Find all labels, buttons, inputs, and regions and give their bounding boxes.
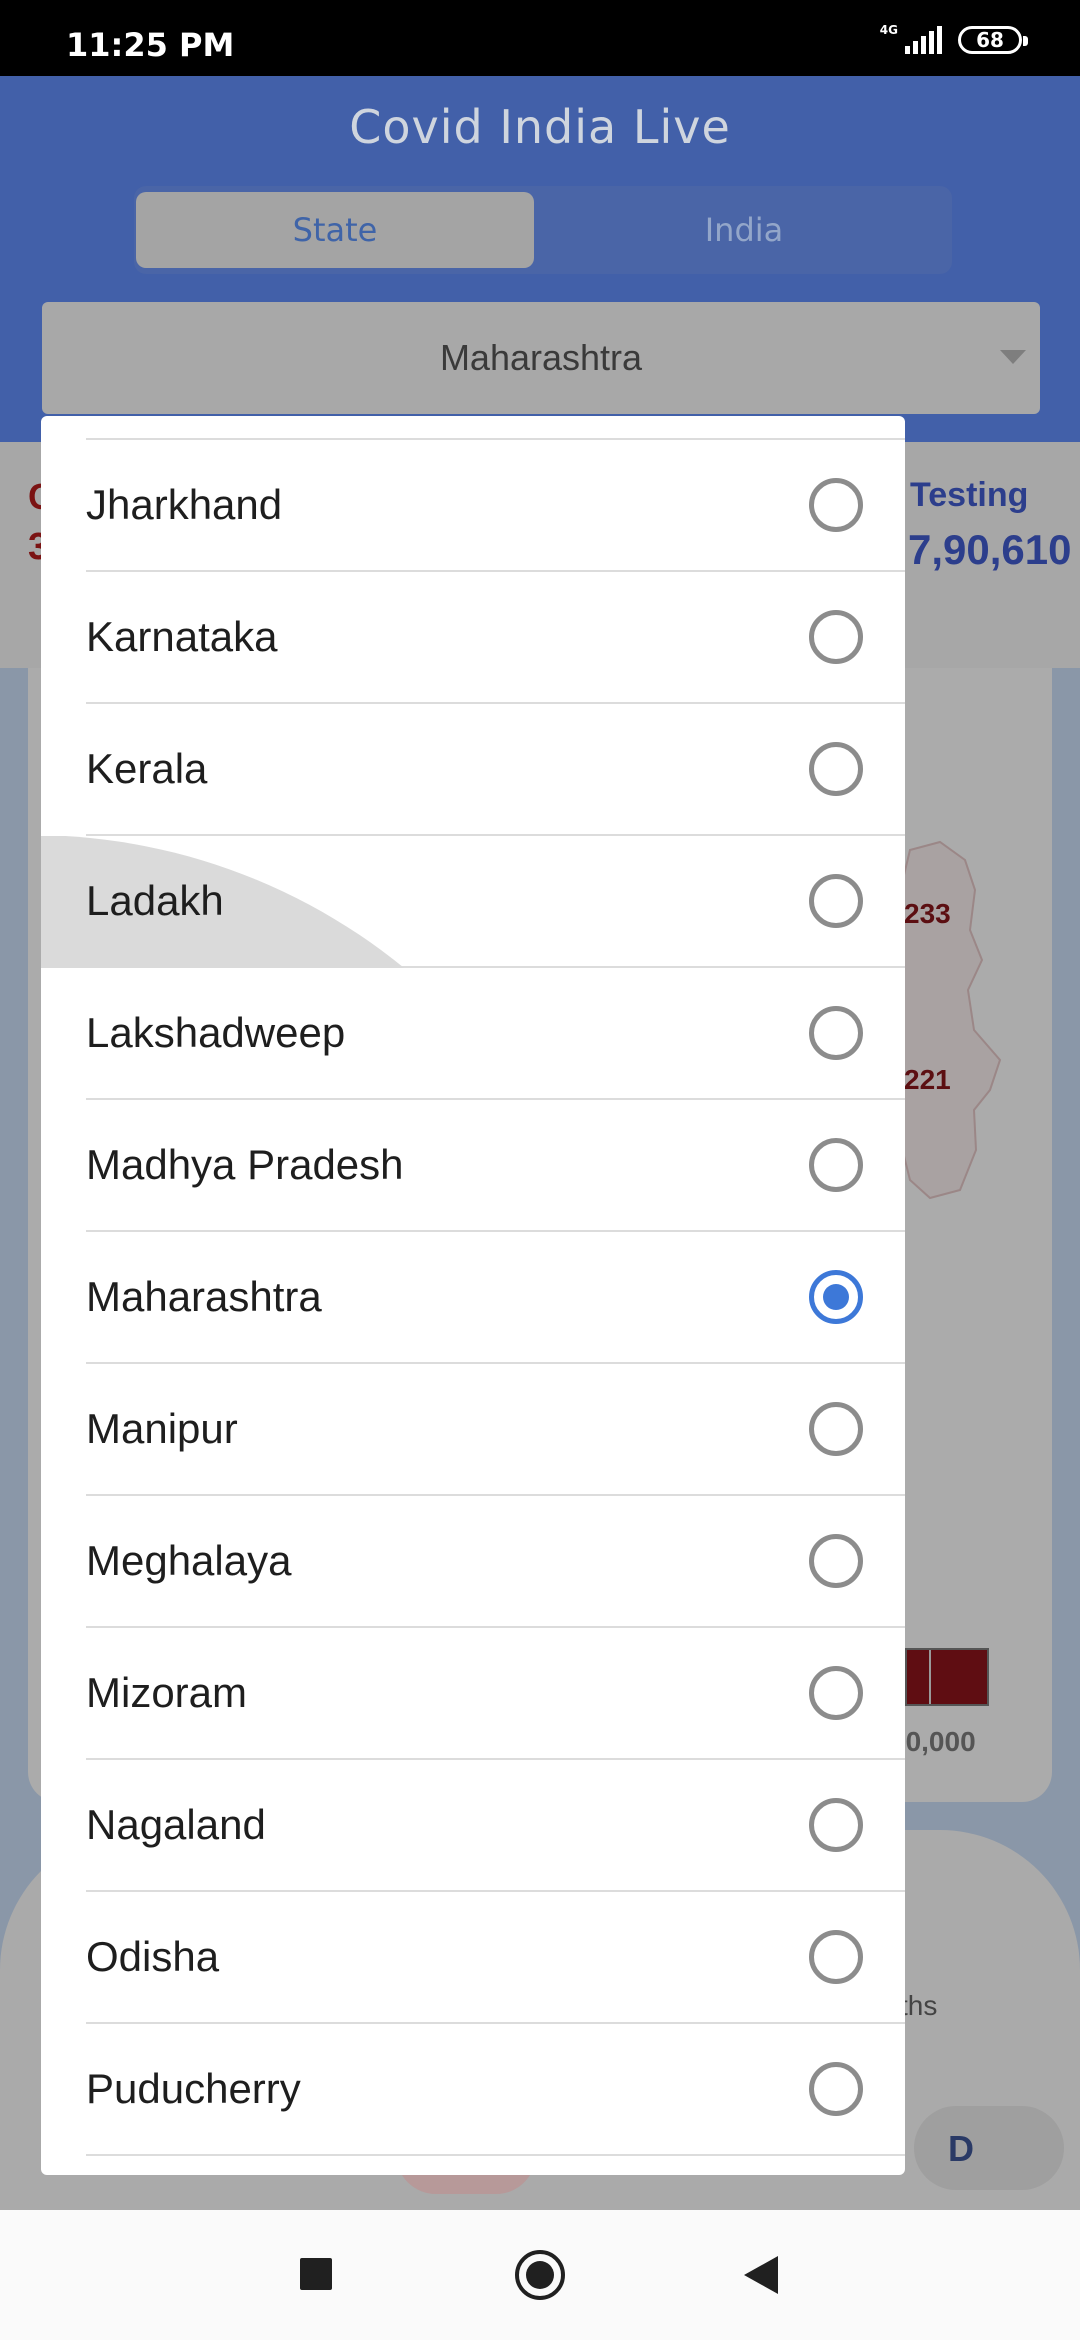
system-nav-bar [0, 2210, 1080, 2340]
radio-button[interactable] [809, 1930, 863, 1984]
radio-button[interactable] [809, 1138, 863, 1192]
option-nagaland[interactable]: Nagaland [86, 1760, 905, 1892]
option-label: Kerala [86, 745, 208, 792]
radio-button[interactable] [809, 1666, 863, 1720]
radio-button[interactable] [809, 874, 863, 928]
option-label: Mizoram [86, 1669, 248, 1716]
option-mizoram[interactable]: Mizoram [86, 1628, 905, 1760]
option-label: Maharashtra [86, 1273, 322, 1320]
state-picker-dialog: Jharkhand Karnataka Kerala Ladakh Laksha… [41, 416, 905, 2175]
option-karnataka[interactable]: Karnataka [86, 572, 905, 704]
option-label: Manipur [86, 1405, 238, 1452]
option-label: Odisha [86, 1933, 220, 1980]
option-label: Karnataka [86, 613, 278, 660]
tab-india[interactable]: India [544, 192, 944, 268]
radio-button[interactable] [809, 1006, 863, 1060]
recents-icon[interactable] [300, 2258, 332, 2290]
map-label: 233 [904, 898, 951, 929]
option-puducherry[interactable]: Puducherry [86, 2024, 905, 2156]
chevron-down-icon [1000, 350, 1026, 364]
map-label: 221 [904, 1064, 951, 1095]
view-toggle: State India [134, 186, 952, 274]
option-maharashtra[interactable]: Maharashtra [86, 1232, 905, 1364]
legend-swatch [905, 1648, 989, 1706]
deaths-label-partial: ths [900, 1990, 938, 2021]
option-odisha[interactable]: Odisha [86, 1892, 905, 2024]
signal-icon [902, 26, 942, 54]
app-title: Covid India Live [349, 100, 731, 154]
state-dropdown[interactable]: Maharashtra [42, 302, 1040, 414]
radio-button[interactable] [809, 1798, 863, 1852]
option-ladakh[interactable]: Ladakh [41, 836, 905, 968]
option-label: Meghalaya [86, 1537, 292, 1584]
dropdown-value: Maharashtra [439, 337, 643, 378]
option-label: Ladakh [86, 877, 224, 924]
testing-value: 7,90,610 [908, 526, 1072, 573]
home-icon[interactable] [515, 2250, 565, 2300]
battery-icon: 68 [958, 26, 1028, 54]
state-option-list: Jharkhand Karnataka Kerala Ladakh Laksha… [41, 440, 905, 2156]
tab-state[interactable]: State [136, 192, 534, 268]
option-label: Madhya Pradesh [86, 1141, 404, 1188]
bottom-tab-label: D [948, 2128, 974, 2169]
option-manipur[interactable]: Manipur [86, 1364, 905, 1496]
radio-button[interactable] [809, 1534, 863, 1588]
option-label: Jharkhand [86, 481, 283, 528]
option-meghalaya[interactable]: Meghalaya [86, 1496, 905, 1628]
status-indicators: 4G 68 [879, 22, 1028, 58]
radio-button[interactable] [809, 478, 863, 532]
battery-level: 68 [976, 28, 1004, 52]
option-kerala[interactable]: Kerala [86, 704, 905, 836]
radio-button[interactable] [809, 610, 863, 664]
option-label: Nagaland [86, 1801, 266, 1848]
radio-button-selected[interactable] [809, 1270, 863, 1324]
back-icon[interactable] [744, 2256, 778, 2294]
status-time: 11:25 PM [66, 26, 235, 64]
option-madhya-pradesh[interactable]: Madhya Pradesh [86, 1100, 905, 1232]
radio-button[interactable] [809, 1402, 863, 1456]
bottom-tab-pill[interactable] [914, 2106, 1064, 2190]
option-label: Lakshadweep [86, 1009, 346, 1056]
network-type: 4G [879, 23, 898, 37]
radio-button[interactable] [809, 2062, 863, 2116]
app-header: Covid India Live State India [0, 76, 1080, 302]
option-jharkhand[interactable]: Jharkhand [86, 440, 905, 572]
radio-button[interactable] [809, 742, 863, 796]
status-bar: 11:25 PM 4G 68 [0, 0, 1080, 76]
option-label: Puducherry [86, 2065, 301, 2112]
option-lakshadweep[interactable]: Lakshadweep [86, 968, 905, 1100]
testing-label: Testing [910, 476, 1029, 514]
